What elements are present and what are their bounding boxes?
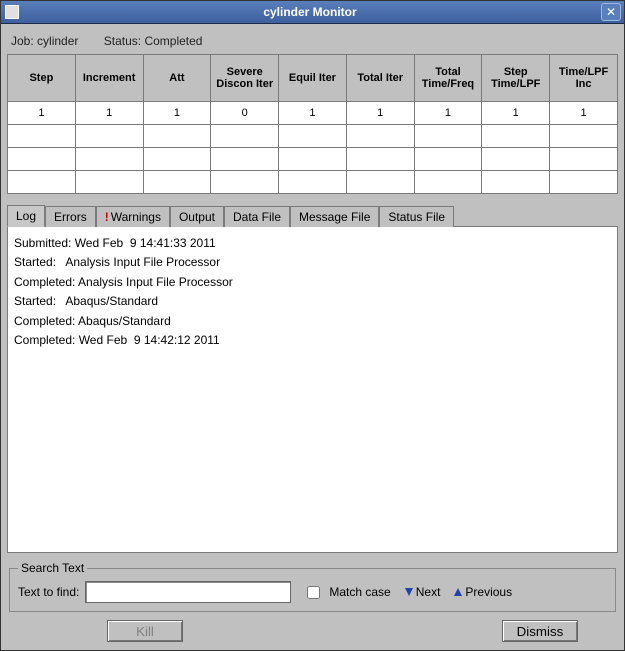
tab-message-file[interactable]: Message File (290, 206, 379, 227)
log-line: Started: Abaqus/Standard (14, 294, 611, 308)
log-line: Started: Analysis Input File Processor (14, 255, 611, 269)
find-input[interactable] (85, 581, 291, 603)
col-increment[interactable]: Increment (75, 55, 143, 102)
log-line: Completed: Abaqus/Standard (14, 314, 611, 328)
tabstrip: Log Errors !Warnings Output Data File Me… (7, 204, 618, 227)
col-equil-iter[interactable]: Equil Iter (279, 55, 347, 102)
system-menu-icon[interactable] (5, 5, 19, 19)
job-label: Job: (11, 34, 34, 48)
col-time-lpf-inc[interactable]: Time/LPF Inc (550, 55, 618, 102)
bottom-bar: Kill Dismiss (7, 612, 618, 642)
increment-table: Step Increment Att Severe Discon Iter Eq… (7, 54, 618, 194)
tab-data-file[interactable]: Data File (224, 206, 290, 227)
tab-log[interactable]: Log (7, 205, 45, 227)
client-area: Job: cylinder Status: Completed Step Inc… (1, 24, 624, 650)
find-label: Text to find: (18, 585, 79, 599)
status-label: Status: (104, 34, 141, 48)
arrow-down-icon (405, 588, 413, 596)
kill-button[interactable]: Kill (107, 620, 183, 642)
table-row[interactable] (8, 125, 618, 148)
status-value: Completed (144, 34, 202, 48)
col-att[interactable]: Att (143, 55, 211, 102)
log-pane[interactable]: Submitted: Wed Feb 9 14:41:33 2011 Start… (7, 227, 618, 553)
next-button[interactable]: Next (405, 585, 441, 599)
window-title: cylinder Monitor (19, 5, 601, 19)
warning-icon: ! (105, 210, 109, 224)
table-header-row: Step Increment Att Severe Discon Iter Eq… (8, 55, 618, 102)
previous-button[interactable]: Previous (454, 585, 512, 599)
match-case-checkbox[interactable] (307, 586, 320, 599)
table-body: 1 1 1 0 1 1 1 1 1 (8, 102, 618, 194)
col-total-iter[interactable]: Total Iter (346, 55, 414, 102)
status-line: Job: cylinder Status: Completed (7, 30, 618, 54)
search-text-group: Search Text Text to find: Match case Nex… (9, 561, 616, 612)
monitor-window: cylinder Monitor ✕ Job: cylinder Status:… (0, 0, 625, 651)
dismiss-button[interactable]: Dismiss (502, 620, 578, 642)
titlebar: cylinder Monitor ✕ (1, 1, 624, 24)
tab-output[interactable]: Output (170, 206, 224, 227)
col-step-time-lpf[interactable]: Step Time/LPF (482, 55, 550, 102)
col-severe-discon-iter[interactable]: Severe Discon Iter (211, 55, 279, 102)
log-line: Completed: Analysis Input File Processor (14, 275, 611, 289)
tab-errors[interactable]: Errors (45, 206, 96, 227)
table-row[interactable] (8, 148, 618, 171)
match-case-label: Match case (329, 585, 390, 599)
job-value: cylinder (37, 34, 78, 48)
search-legend: Search Text (18, 561, 87, 575)
col-step[interactable]: Step (8, 55, 76, 102)
arrow-up-icon (454, 588, 462, 596)
col-total-time-freq[interactable]: Total Time/Freq (414, 55, 482, 102)
log-line: Submitted: Wed Feb 9 14:41:33 2011 (14, 236, 611, 250)
tab-status-file[interactable]: Status File (379, 206, 454, 227)
table-row[interactable] (8, 171, 618, 194)
table-row[interactable]: 1 1 1 0 1 1 1 1 1 (8, 102, 618, 125)
log-line: Completed: Wed Feb 9 14:42:12 2011 (14, 333, 611, 347)
tab-warnings[interactable]: !Warnings (96, 206, 170, 227)
close-icon[interactable]: ✕ (601, 3, 621, 21)
